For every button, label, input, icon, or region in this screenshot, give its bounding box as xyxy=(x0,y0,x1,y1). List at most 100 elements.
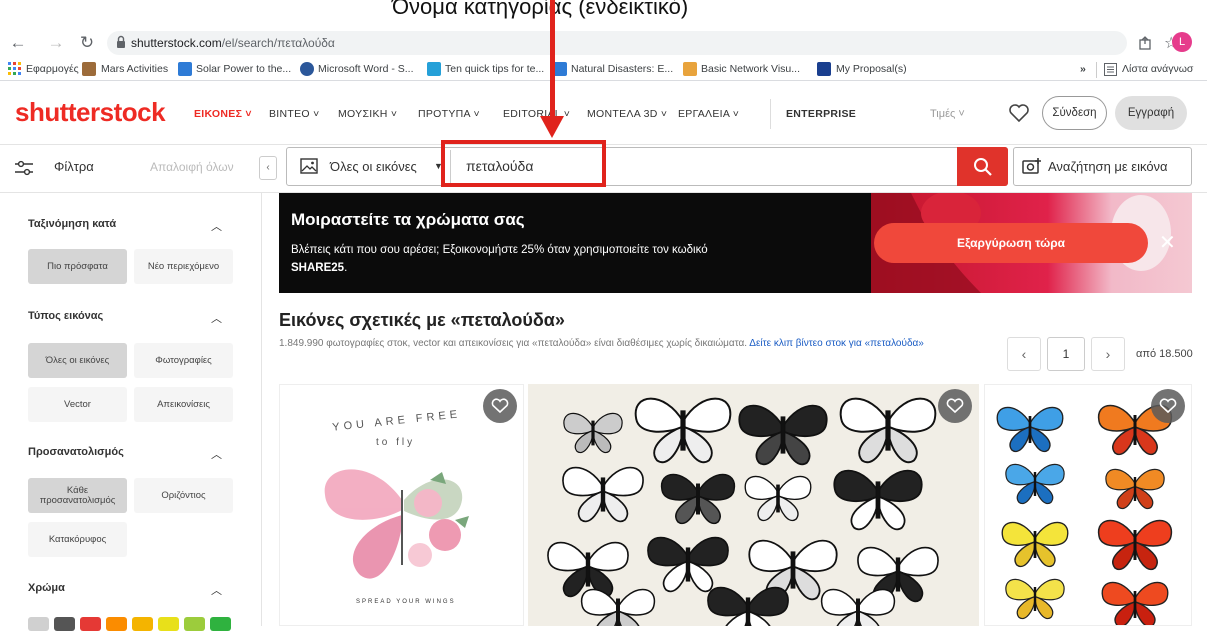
chevron-up-icon[interactable]: ︿ xyxy=(211,310,225,325)
bookmark-icon xyxy=(300,62,314,76)
bookmark-apps[interactable]: Εφαρμογές xyxy=(26,63,79,75)
search-button[interactable] xyxy=(957,147,1008,186)
chevron-up-icon[interactable]: ︿ xyxy=(211,218,225,233)
back-icon[interactable]: ← xyxy=(8,34,28,52)
prices-menu[interactable]: Τιμές ˅ xyxy=(930,108,965,120)
favorite-button[interactable] xyxy=(938,389,972,423)
url-text: shutterstock.com/el/search/πεταλούδα xyxy=(131,36,335,50)
caption-text: Όνομα κατηγορίας (ενδεικτικό) xyxy=(392,0,689,19)
bookmark-icon xyxy=(683,62,697,76)
nav-tools[interactable]: ΕΡΓΑΛΕΙΑ ˅ xyxy=(678,108,739,120)
favorites-heart-icon[interactable] xyxy=(1008,103,1030,123)
nav-video[interactable]: ΒΙΝΤΕΟ ˅ xyxy=(269,108,320,120)
nav-enterprise[interactable]: ENTERPRISE xyxy=(786,108,856,120)
image-type-select[interactable]: Όλες οι εικόνες xyxy=(330,159,417,174)
signup-button[interactable]: Εγγραφή xyxy=(1115,96,1187,130)
results-count-text: 1.849.990 φωτογραφίες στοκ, vector και α… xyxy=(279,338,748,349)
bookmark-icon xyxy=(817,62,831,76)
prices-label: Τιμές xyxy=(930,108,956,120)
filters-label[interactable]: Φίλτρα xyxy=(54,159,94,174)
bookmark-solar[interactable]: Solar Power to the... xyxy=(196,63,291,75)
color-swatch[interactable] xyxy=(210,617,231,631)
sort-title: Ταξινόμηση κατά xyxy=(28,218,117,230)
type-vector[interactable]: Vector xyxy=(28,387,127,422)
butterfly-shape xyxy=(833,469,923,531)
nav-label: ΕΙΚΟΝΕΣ xyxy=(194,108,243,120)
favorite-button[interactable] xyxy=(483,389,517,423)
butterfly-shape xyxy=(634,397,732,464)
nav-music[interactable]: ΜΟΥΣΙΚΗ ˅ xyxy=(338,108,397,120)
nav-templates[interactable]: ΠΡΟΤΥΠΑ ˅ xyxy=(418,108,480,120)
bookmark-proposal[interactable]: My Proposal(s) xyxy=(836,63,907,75)
bookmark-tips[interactable]: Ten quick tips for te... xyxy=(445,63,544,75)
type-all-images[interactable]: Όλες οι εικόνες xyxy=(28,343,127,378)
close-icon[interactable]: ✕ xyxy=(1159,233,1176,253)
butterfly-shape xyxy=(563,412,623,454)
bookmark-icon xyxy=(178,62,192,76)
type-photos[interactable]: Φωτογραφίες xyxy=(134,343,233,378)
type-illustrations[interactable]: Απεικονίσεις xyxy=(134,387,233,422)
butterfly-shape xyxy=(1097,519,1173,571)
color-swatch[interactable] xyxy=(28,617,49,631)
color-swatch[interactable] xyxy=(158,617,179,631)
butterflies-collection-illustration xyxy=(547,397,939,626)
butterfly-shape xyxy=(707,586,789,626)
butterfly-shape xyxy=(647,536,729,593)
chevron-up-icon[interactable]: ︿ xyxy=(211,446,225,461)
butterfly-shape xyxy=(820,588,896,626)
banner-text-body: Βλέπεις κάτι που σου αρέσει; Εξοικονομήσ… xyxy=(291,244,708,256)
butterfly-shape xyxy=(1105,468,1165,510)
result-tile[interactable] xyxy=(528,384,979,626)
color-swatch[interactable] xyxy=(54,617,75,631)
forward-icon[interactable]: → xyxy=(46,34,66,52)
result-tile[interactable]: YOU ARE FREE to fly SPREAD YOUR WINGS xyxy=(279,384,524,626)
shutterstock-logo[interactable]: shutterstock xyxy=(15,97,166,128)
collapse-sidebar-button[interactable]: ‹ xyxy=(259,156,277,180)
clear-all-link[interactable]: Απαλοιφή όλων xyxy=(150,160,234,174)
bookmarks-overflow[interactable]: » xyxy=(1080,63,1086,75)
nav-label: ΜΟΝΤΕΛΑ 3D xyxy=(587,108,658,120)
search-icon xyxy=(974,158,992,176)
redeem-now-button[interactable]: Εξαργύρωση τώρα xyxy=(874,223,1148,263)
nav-3d-models[interactable]: ΜΟΝΤΕΛΑ 3D ˅ xyxy=(587,108,667,120)
bookmark-word[interactable]: Microsoft Word - S... xyxy=(318,63,414,75)
heart-icon xyxy=(946,398,964,414)
butterfly-shape xyxy=(1001,521,1069,568)
color-swatch[interactable] xyxy=(132,617,153,631)
next-page-button[interactable]: › xyxy=(1091,337,1125,371)
reload-icon[interactable]: ↻ xyxy=(77,34,97,52)
share-icon[interactable] xyxy=(1137,35,1153,51)
login-button[interactable]: Σύνδεση xyxy=(1042,96,1107,130)
orientation-any[interactable]: Κάθε προσανατολισμός xyxy=(28,478,127,513)
filters-icon[interactable] xyxy=(14,160,34,176)
chevron-up-icon[interactable]: ︿ xyxy=(211,582,225,597)
banner-title: Μοιραστείτε τα χρώματα σας xyxy=(291,210,525,229)
bookmark-mars[interactable]: Mars Activities xyxy=(101,63,168,75)
color-swatch[interactable] xyxy=(80,617,101,631)
image-caption-area: Όνομα κατηγορίας (ενδεικτικό) xyxy=(0,0,1207,28)
favorite-button[interactable] xyxy=(1151,389,1185,423)
nav-label: ΕΡΓΑΛΕΙΑ xyxy=(678,108,730,120)
color-swatch[interactable] xyxy=(184,617,205,631)
results-title: Εικόνες σχετικές με «πεταλούδα» xyxy=(279,310,565,330)
butterfly-shape xyxy=(580,588,656,626)
color-swatch[interactable] xyxy=(106,617,127,631)
bookmark-disasters[interactable]: Natural Disasters: E... xyxy=(571,63,673,75)
image-icon xyxy=(300,158,318,174)
bookmark-icon xyxy=(427,62,441,76)
profile-avatar[interactable]: L xyxy=(1172,32,1192,52)
promo-code: SHARE25 xyxy=(291,262,345,274)
sort-newest[interactable]: Πιο πρόσφατα xyxy=(28,249,127,284)
camera-plus-icon xyxy=(1022,158,1041,174)
nav-images[interactable]: ΕΙΚΟΝΕΣ ˅ xyxy=(194,108,252,120)
previous-page-button[interactable]: ‹ xyxy=(1007,337,1041,371)
page-number-input[interactable]: 1 xyxy=(1047,337,1085,371)
reading-list[interactable]: Λίστα ανάγνωσ xyxy=(1122,63,1193,75)
orientation-horizontal[interactable]: Οριζόντιος xyxy=(134,478,233,513)
video-clips-link[interactable]: Δείτε κλιπ βίντεο στοκ για «πεταλούδα» xyxy=(749,338,924,349)
divider xyxy=(1096,62,1097,78)
sort-new-content[interactable]: Νέο περιεχόμενο xyxy=(134,249,233,284)
orientation-vertical[interactable]: Κατακόρυφος xyxy=(28,522,127,557)
annotation-arrow-head xyxy=(540,116,564,138)
bookmark-network[interactable]: Basic Network Visu... xyxy=(701,63,800,75)
